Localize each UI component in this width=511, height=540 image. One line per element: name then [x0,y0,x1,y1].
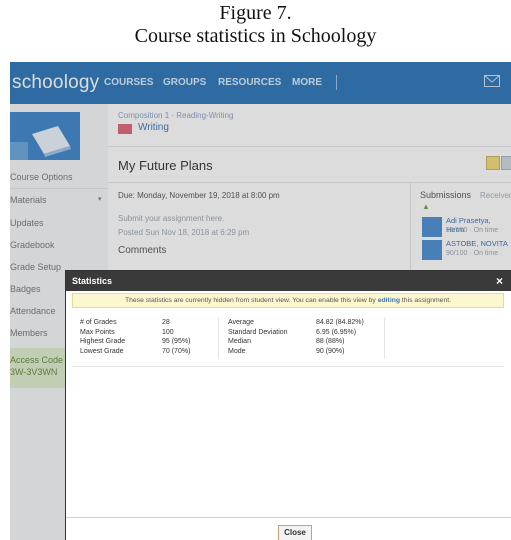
stats-bottom-rule [72,366,504,367]
schoology-screenshot: schoology COURSES GROUPS RESOURCES MORE … [10,62,511,540]
stat-value: 88 (88%) [316,338,345,345]
stat-label: Standard Deviation [228,328,288,336]
stat-label: Median [228,338,251,345]
stats-divider [384,317,385,359]
notice-text: These statistics are currently hidden fr… [124,297,378,304]
editing-link[interactable]: editing [378,297,400,304]
stats-labels-right: Average Standard Deviation Median Mode [228,319,288,357]
stats-values-left: 28 100 95 (95%) 70 (70%) [162,319,190,357]
stat-value: 84.82 (84.82%) [316,319,364,326]
stats-divider [218,317,219,359]
stat-value: 90 (90%) [316,347,345,355]
stat-label: # of Grades [80,319,117,326]
modal-header: Statistics × [66,271,511,291]
stat-label: Lowest Grade [80,347,124,355]
stat-label: Highest Grade [80,338,126,345]
stat-label: Mode [228,347,246,355]
stat-value: 6.95 (6.95%) [316,328,357,336]
stat-value: 95 (95%) [162,338,191,345]
modal-footer-divider [66,517,511,518]
stats-values-right: 84.82 (84.82%) 6.95 (6.95%) 88 (88%) 90 … [316,319,364,357]
modal-title: Statistics [72,276,113,286]
stat-value: 70 (70%) [162,347,191,355]
stat-label: Max Points [80,328,115,336]
close-icon[interactable]: × [496,274,503,288]
statistics-modal: Statistics × These statistics are curren… [65,270,511,540]
notice-text-end: this assignment. [400,297,452,304]
figure-caption: Course statistics in Schoology [134,25,377,47]
figure-label: Figure 7. [219,2,292,24]
visibility-notice: These statistics are currently hidden fr… [72,293,504,308]
stat-value: 28 [162,319,170,326]
stat-value: 100 [162,328,174,336]
stats-labels-left: # of Grades Max Points Highest Grade Low… [80,319,125,357]
close-button[interactable]: Close [278,525,312,540]
stat-label: Average [228,319,254,326]
